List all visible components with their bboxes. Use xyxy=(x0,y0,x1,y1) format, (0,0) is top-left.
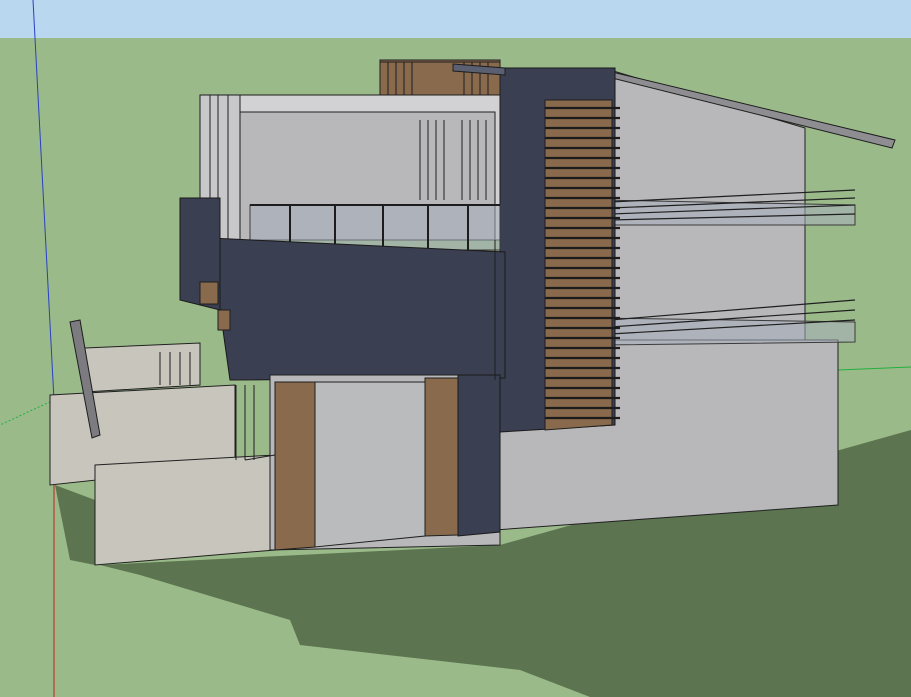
cantilever-block[interactable] xyxy=(209,237,506,381)
front-low-wall[interactable] xyxy=(94,454,276,566)
entrance-glass[interactable] xyxy=(314,381,426,548)
sky xyxy=(0,0,911,38)
navy-pier[interactable] xyxy=(457,374,501,537)
louver-panel[interactable] xyxy=(544,99,613,431)
rear-parapet[interactable] xyxy=(84,342,201,393)
right-door-frame[interactable] xyxy=(424,377,459,537)
modeling-viewport[interactable] xyxy=(0,0,911,697)
3d-house-scene[interactable] xyxy=(0,0,911,697)
left-door-frame[interactable] xyxy=(274,381,316,551)
